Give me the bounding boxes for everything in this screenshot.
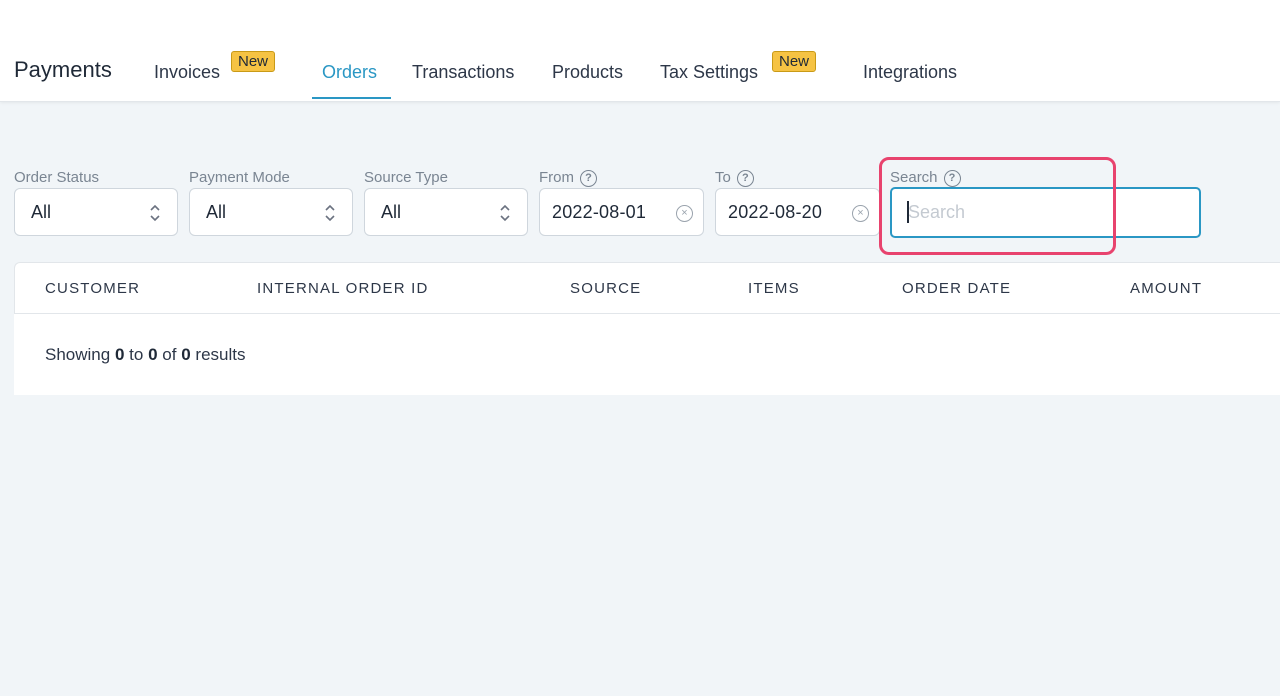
order-status-value: All: [31, 201, 52, 222]
payment-mode-label: Payment Mode: [189, 169, 290, 186]
tab-invoices[interactable]: Invoices: [154, 60, 220, 84]
tab-integrations[interactable]: Integrations: [863, 60, 957, 84]
tab-orders[interactable]: Orders: [322, 60, 377, 84]
order-status-select[interactable]: All: [14, 188, 178, 236]
source-type-select[interactable]: All: [364, 188, 528, 236]
from-date-input[interactable]: 2022-08-01 ×: [539, 188, 704, 236]
clear-icon[interactable]: ×: [852, 205, 869, 222]
active-tab-indicator: [312, 97, 391, 99]
new-badge-tax-settings: New: [772, 51, 817, 72]
column-header-items[interactable]: ITEMS: [748, 280, 800, 297]
help-icon[interactable]: ?: [580, 169, 597, 187]
table-header: CUSTOMER INTERNAL ORDER ID SOURCE ITEMS …: [14, 262, 1280, 314]
column-header-order-date[interactable]: ORDER DATE: [902, 280, 1011, 297]
column-header-internal-order-id[interactable]: INTERNAL ORDER ID: [257, 280, 429, 297]
payment-mode-value: All: [206, 201, 227, 222]
to-date-value: 2022-08-20: [728, 201, 823, 222]
help-icon[interactable]: ?: [943, 169, 961, 187]
search-input[interactable]: [890, 187, 1201, 238]
chevron-up-down-icon: [150, 204, 160, 222]
column-header-customer[interactable]: CUSTOMER: [45, 280, 140, 297]
table-body: Showing 0 to 0 of 0 results: [14, 314, 1280, 395]
payment-mode-select[interactable]: All: [189, 188, 353, 236]
search-label: Search ?: [890, 168, 961, 188]
source-type-label: Source Type: [364, 169, 448, 186]
clear-icon[interactable]: ×: [676, 205, 693, 222]
tab-products[interactable]: Products: [552, 60, 623, 84]
tab-tax-settings[interactable]: Tax Settings: [660, 60, 758, 84]
results-summary: Showing 0 to 0 of 0 results: [45, 345, 246, 364]
new-badge-invoices: New: [231, 51, 276, 72]
text-cursor: [907, 201, 909, 223]
source-type-value: All: [381, 201, 402, 222]
to-date-label: To ?: [715, 168, 754, 188]
to-date-input[interactable]: 2022-08-20 ×: [715, 188, 880, 236]
column-header-amount[interactable]: AMOUNT: [1130, 280, 1202, 297]
tab-transactions[interactable]: Transactions: [412, 60, 514, 84]
column-header-source[interactable]: SOURCE: [570, 280, 641, 297]
help-icon[interactable]: ?: [736, 169, 754, 187]
chevron-up-down-icon: [325, 204, 335, 222]
top-nav-bar: Payments Invoices New Orders Transaction…: [0, 0, 1280, 102]
chevron-up-down-icon: [500, 204, 510, 222]
app-title: Payments: [14, 57, 112, 82]
order-status-label: Order Status: [14, 169, 100, 186]
from-date-value: 2022-08-01: [552, 201, 647, 222]
from-date-label: From ?: [539, 168, 597, 188]
